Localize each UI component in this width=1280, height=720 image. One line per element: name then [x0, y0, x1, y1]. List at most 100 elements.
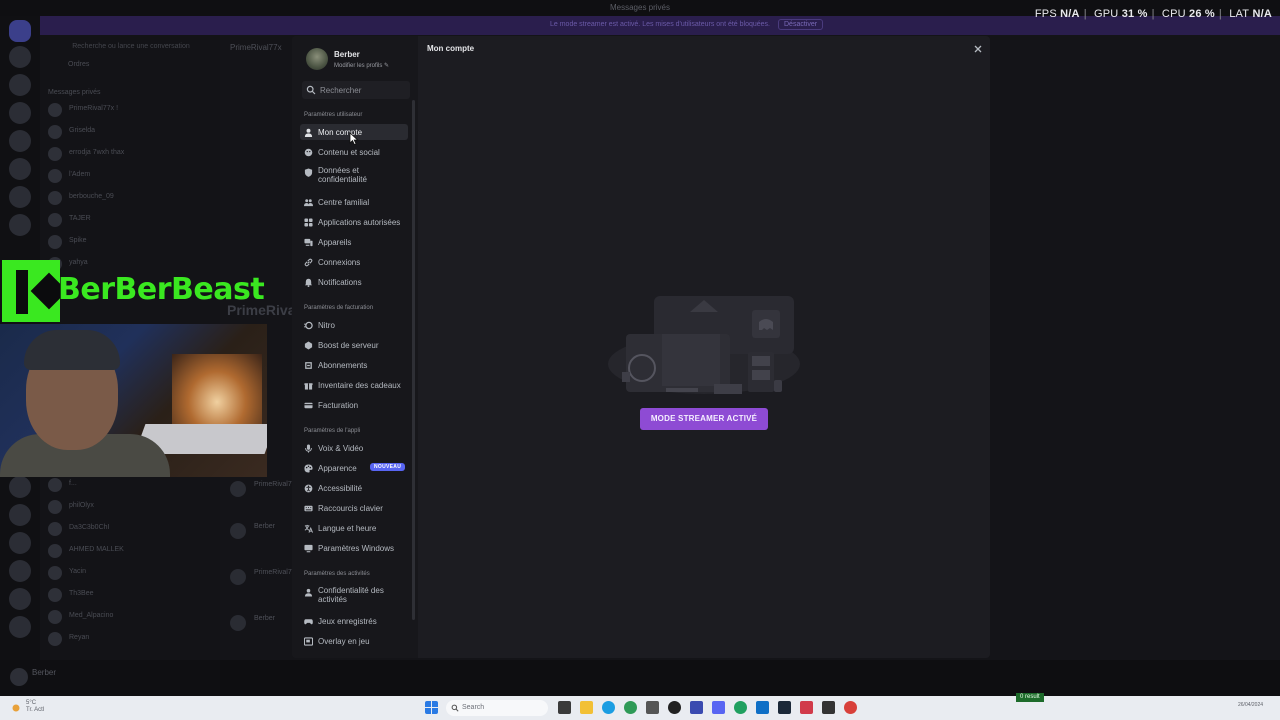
- dm-item[interactable]: PrimeRival77x !: [48, 101, 213, 119]
- dm-friends-item[interactable]: Ordres: [48, 57, 213, 75]
- nav-gift-inventory[interactable]: Inventaire des cadeaux: [300, 377, 408, 393]
- nav-voice-video[interactable]: Voix & Vidéo: [300, 440, 408, 456]
- weather-widget[interactable]: 5°C Tr. Actl: [26, 700, 44, 714]
- dm-item[interactable]: berbouche_09: [48, 189, 213, 207]
- dm-item[interactable]: Yacin: [48, 564, 213, 582]
- dm-item-name: TAJER: [69, 215, 91, 222]
- lat-label: LAT: [1229, 8, 1250, 20]
- server-icon[interactable]: [9, 504, 31, 526]
- server-icon[interactable]: [9, 186, 31, 208]
- nav-game-overlay[interactable]: Overlay en jeu: [300, 633, 408, 649]
- nav-devices[interactable]: Appareils: [300, 234, 408, 250]
- sidebar-scrollbar[interactable]: [412, 100, 415, 620]
- dm-item[interactable]: f...: [48, 476, 213, 494]
- dm-item[interactable]: Reyan: [48, 630, 213, 648]
- profile-avatar[interactable]: [306, 48, 328, 70]
- nav-label: Raccourcis clavier: [318, 504, 383, 513]
- taskbar-search-input[interactable]: Search: [446, 700, 548, 716]
- chat-ghost-name: PrimeRiva: [227, 302, 296, 318]
- activity-privacy-icon: [304, 588, 313, 597]
- server-icon[interactable]: [9, 616, 31, 638]
- avatar: [48, 500, 62, 514]
- app-icon[interactable]: [800, 701, 813, 714]
- dm-item[interactable]: AHMED MALLEK: [48, 542, 213, 560]
- nav-connections[interactable]: Connexions: [300, 254, 408, 270]
- nav-language-time[interactable]: Langue et heure: [300, 520, 408, 536]
- dm-search-input[interactable]: Recherche ou lance une conversation: [52, 43, 210, 55]
- nav-accessibility[interactable]: Accessibilité: [300, 480, 408, 496]
- server-icon[interactable]: [9, 130, 31, 152]
- server-icon[interactable]: [9, 158, 31, 180]
- nav-appearance[interactable]: Apparence NOUVEAU: [300, 460, 408, 476]
- dm-item-name: Med_Alpacino: [69, 612, 114, 619]
- user-panel: Berber: [0, 660, 220, 696]
- server-icon[interactable]: [9, 588, 31, 610]
- nav-nitro[interactable]: Nitro: [300, 317, 408, 333]
- nav-billing[interactable]: Facturation: [300, 397, 408, 413]
- cpu-value: 26 %: [1189, 8, 1215, 20]
- dm-item[interactable]: Da3C3b0ChI: [48, 520, 213, 538]
- dm-item[interactable]: Med_Alpacino: [48, 608, 213, 626]
- server-icon[interactable]: [9, 74, 31, 96]
- chrome-icon[interactable]: [624, 701, 637, 714]
- app-icon[interactable]: [668, 701, 681, 714]
- dm-item-name: Da3C3b0ChI: [69, 524, 110, 531]
- server-icon[interactable]: [9, 560, 31, 582]
- discord-icon[interactable]: [712, 701, 725, 714]
- dm-item-name: PrimeRival77x !: [69, 105, 119, 112]
- dm-item[interactable]: TAJER: [48, 211, 213, 229]
- nav-family-center[interactable]: Centre familial: [300, 194, 408, 210]
- edge-icon[interactable]: [602, 701, 615, 714]
- nav-server-boost[interactable]: Boost de serveur: [300, 337, 408, 353]
- dm-item[interactable]: errodja 7wxh thax: [48, 145, 213, 163]
- server-icon[interactable]: [9, 532, 31, 554]
- app-icon[interactable]: [756, 701, 769, 714]
- nav-notifications[interactable]: Notifications: [300, 274, 408, 290]
- app-icon[interactable]: [822, 701, 835, 714]
- file-explorer-icon[interactable]: [580, 701, 593, 714]
- server-icon[interactable]: [9, 102, 31, 124]
- nav-registered-games[interactable]: Jeux enregistrés: [300, 613, 408, 629]
- settings-search-input[interactable]: Rechercher: [302, 81, 410, 99]
- avatar[interactable]: [10, 668, 28, 686]
- nav-content-social[interactable]: Contenu et social: [300, 144, 408, 160]
- avatar: [48, 235, 62, 249]
- nav-data-privacy[interactable]: Données et confidentialité: [300, 164, 408, 190]
- nav-label: Boost de serveur: [318, 341, 379, 350]
- server-icon[interactable]: [9, 214, 31, 236]
- server-icon[interactable]: [9, 46, 31, 68]
- home-server-button[interactable]: [9, 20, 31, 42]
- app-icon[interactable]: [646, 701, 659, 714]
- app-icon[interactable]: [734, 701, 747, 714]
- server-icon[interactable]: [9, 476, 31, 498]
- nav-windows-settings[interactable]: Paramètres Windows: [300, 540, 408, 556]
- steam-icon[interactable]: [778, 701, 791, 714]
- nav-label: Langue et heure: [318, 524, 377, 533]
- nav-authorized-apps[interactable]: Applications autorisées: [300, 214, 408, 230]
- close-icon[interactable]: [972, 43, 984, 55]
- avatar: [48, 566, 62, 580]
- app-icon[interactable]: [844, 701, 857, 714]
- dm-item[interactable]: Griselda: [48, 123, 213, 141]
- bell-icon: [304, 278, 313, 287]
- disable-streamer-button[interactable]: Désactiver: [778, 19, 824, 30]
- avatar: [230, 569, 246, 585]
- task-view-icon[interactable]: [558, 701, 571, 714]
- nav-keybinds[interactable]: Raccourcis clavier: [300, 500, 408, 516]
- mouse-cursor-icon: [349, 132, 359, 146]
- apps-icon: [304, 218, 313, 227]
- edit-profile-link[interactable]: Modifier les profils ✎: [334, 62, 389, 69]
- streamer-mode-active-button[interactable]: MODE STREAMER ACTIVÉ: [640, 408, 768, 430]
- taskbar-clock[interactable]: 26/04/2024: [1238, 702, 1263, 708]
- dm-item[interactable]: l'Adem: [48, 167, 213, 185]
- dm-item[interactable]: philOlyx: [48, 498, 213, 516]
- nav-activity-privacy[interactable]: Confidentialité des activités: [300, 584, 408, 610]
- nav-subscriptions[interactable]: Abonnements: [300, 357, 408, 373]
- dm-item[interactable]: Th3Bee: [48, 586, 213, 604]
- stream-logo: BerBerBeast: [0, 258, 265, 324]
- app-icon[interactable]: [690, 701, 703, 714]
- settings-sidebar: Berber Modifier les profils ✎ Rechercher…: [292, 36, 418, 658]
- dm-item-name: Th3Bee: [69, 590, 94, 597]
- dm-item[interactable]: Spike: [48, 233, 213, 251]
- windows-start-icon[interactable]: [425, 701, 438, 714]
